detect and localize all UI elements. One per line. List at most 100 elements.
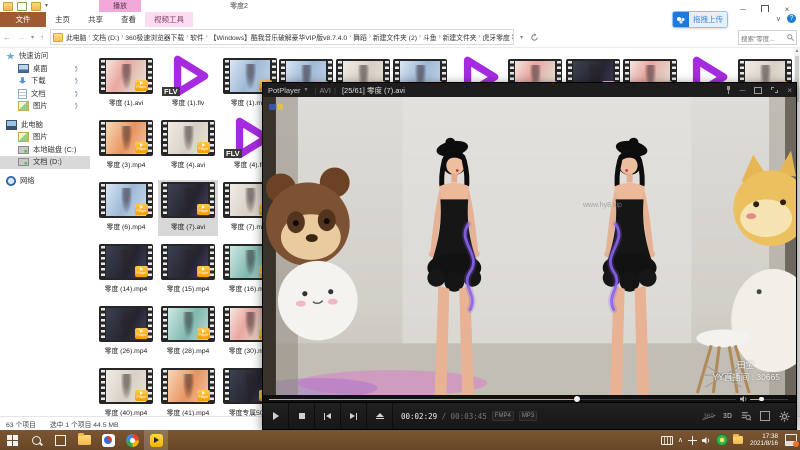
file-item[interactable]: Player零度 (3).mp4: [96, 118, 156, 174]
file-item[interactable]: Player零度 (1).avi: [96, 56, 156, 112]
sidebar-item-desktop[interactable]: 桌面: [0, 63, 90, 76]
settings-gear-icon[interactable]: [779, 411, 790, 422]
action-center-button[interactable]: [785, 434, 797, 446]
tab-video-tools[interactable]: 视频工具: [145, 12, 193, 27]
refresh-icon[interactable]: [530, 33, 539, 42]
breadcrumb-item[interactable]: 【Windows】酷我音乐破解豪华VIP版v8.7.4.0: [209, 32, 348, 42]
recent-dropdown-icon[interactable]: ▾: [31, 34, 34, 41]
codec-badges: FMP4MP3: [487, 411, 537, 421]
file-item[interactable]: Player零度 (15).mp4: [158, 242, 218, 298]
taskbar-search-button[interactable]: [24, 430, 48, 450]
video-display-area[interactable]: www.hy8.vip 田宝 YY直播间 : 30665: [263, 97, 796, 395]
breadcrumb-item[interactable]: 舞蹈: [352, 32, 368, 42]
pin-on-top-icon[interactable]: [726, 86, 731, 94]
sidebar-item-download[interactable]: 下载: [0, 75, 90, 88]
file-item[interactable]: Player零度 (14).mp4: [96, 242, 156, 298]
breadcrumb-item[interactable]: 软件: [189, 32, 205, 42]
potplayer-titlebar[interactable]: PotPlayer ▼ | AVI | [25/61] 零度 (7).avi ─…: [263, 83, 796, 97]
sidebar-item-drive[interactable]: 文档 (D:): [0, 156, 90, 169]
file-item[interactable]: Player零度 (26).mp4: [96, 304, 156, 360]
taskbar-clock[interactable]: 17:38 2021/8/16: [748, 433, 780, 448]
file-item-partial[interactable]: Player: [505, 57, 561, 82]
next-button[interactable]: [341, 403, 367, 429]
address-bar[interactable]: 此电脑›文档 (D:)›360极速浏览器下载›软件›【Windows】酷我音乐破…: [50, 29, 514, 45]
file-item[interactable]: FLV零度 (1).flv: [158, 56, 218, 112]
tab-share[interactable]: 共享: [79, 12, 112, 27]
previous-button[interactable]: [315, 403, 341, 429]
sidebar-item-doc[interactable]: 文档: [0, 88, 90, 101]
sidebar-item-pic[interactable]: 图片: [0, 131, 90, 144]
breadcrumb-item[interactable]: 斗鱼: [422, 32, 438, 42]
tab-file[interactable]: 文件: [0, 12, 46, 27]
file-item[interactable]: Player零度 (40).mp4: [96, 366, 156, 422]
stop-button[interactable]: [289, 403, 315, 429]
sidebar-item-drive[interactable]: 本地磁盘 (C:): [0, 144, 90, 157]
hidden-icons-chevron[interactable]: ∧: [678, 436, 683, 444]
breadcrumb-item[interactable]: 此电脑: [65, 32, 87, 42]
tab-home[interactable]: 主页: [46, 12, 79, 27]
taskbar-netdisk[interactable]: [96, 430, 120, 450]
breadcrumb-item[interactable]: 虎牙零度 福利: [482, 32, 514, 42]
sidebar-item-pc[interactable]: 此电脑: [0, 119, 90, 132]
tray-folder-icon[interactable]: [733, 436, 743, 444]
scrollbar-up-icon[interactable]: ▲: [794, 48, 800, 54]
file-item-partial[interactable]: Player: [735, 57, 791, 82]
file-item-partial[interactable]: Player: [333, 57, 389, 82]
ime-keyboard-icon[interactable]: [661, 436, 673, 445]
file-item[interactable]: Player零度 (7).avi: [158, 180, 218, 236]
file-item-partial[interactable]: Player: [276, 57, 332, 82]
task-view-button[interactable]: [48, 430, 72, 450]
control-box-icon[interactable]: [760, 411, 770, 421]
back-icon[interactable]: ←: [3, 33, 11, 42]
file-item[interactable]: Player零度 (41).mp4: [158, 366, 218, 422]
pt-maximize-button[interactable]: [754, 87, 762, 94]
tray-app-green-icon[interactable]: [716, 434, 728, 446]
threed-icon[interactable]: 3D: [723, 413, 732, 420]
pt-fullscreen-button[interactable]: [771, 87, 778, 93]
sidebar-item-pic[interactable]: 图片: [0, 100, 90, 113]
file-item-partial[interactable]: Player: [563, 57, 619, 82]
seek-bar[interactable]: [269, 399, 736, 401]
file-item-partial[interactable]: Player: [620, 57, 676, 82]
taskbar-potplayer-active[interactable]: [144, 430, 168, 450]
open-button[interactable]: [367, 403, 393, 429]
file-item[interactable]: Player零度 (28).mp4: [158, 304, 218, 360]
file-item[interactable]: Player零度 (6).mp4: [96, 180, 156, 236]
folder-icon[interactable]: [31, 2, 41, 11]
contextual-tab-play[interactable]: 播放: [99, 0, 141, 12]
play-button[interactable]: [263, 403, 289, 429]
taskbar-browser[interactable]: [120, 430, 144, 450]
potplayer-menu[interactable]: PotPlayer: [268, 86, 301, 95]
tab-view[interactable]: 查看: [112, 12, 145, 27]
move-cross-icon[interactable]: [688, 436, 697, 445]
breadcrumb-item[interactable]: 文档 (D:): [91, 32, 120, 42]
checkbox-icon[interactable]: [17, 2, 27, 11]
file-item-partial[interactable]: Player: [390, 57, 446, 82]
up-icon[interactable]: ↑: [40, 33, 44, 42]
pt-minimize-button[interactable]: ─: [740, 86, 746, 95]
volume-bar[interactable]: [750, 399, 788, 400]
breadcrumb-item[interactable]: 新建文件夹 (2): [372, 32, 418, 42]
vr360-icon[interactable]: 360: [703, 413, 714, 420]
tray-speaker-icon[interactable]: [702, 436, 711, 445]
sidebar-item-net[interactable]: 网络: [0, 175, 90, 188]
address-dropdown-icon[interactable]: ▾: [520, 34, 523, 41]
breadcrumb-item[interactable]: 新建文件夹: [442, 32, 478, 42]
ribbon-collapse-icon[interactable]: ∨: [776, 15, 781, 23]
file-item-partial[interactable]: FLV: [677, 57, 733, 82]
forward-icon[interactable]: →: [17, 33, 25, 42]
volume-knob[interactable]: [759, 397, 764, 402]
folder-icon[interactable]: [3, 2, 13, 11]
qat-dropdown-icon[interactable]: ▾: [45, 3, 48, 10]
sidebar-item-star[interactable]: 快速访问: [0, 50, 90, 63]
help-icon[interactable]: ?: [787, 14, 796, 23]
search-input[interactable]: 搜索"零度...: [738, 30, 797, 45]
file-item-partial[interactable]: FLV: [448, 57, 504, 82]
pt-close-button[interactable]: ×: [787, 86, 792, 95]
taskbar-file-explorer[interactable]: [72, 430, 96, 450]
start-button[interactable]: [0, 430, 24, 450]
playlist-search-icon[interactable]: [741, 411, 751, 421]
breadcrumb-item[interactable]: 360极速浏览器下载: [124, 32, 185, 42]
file-item[interactable]: Player零度 (4).avi: [158, 118, 218, 174]
baidu-drag-upload-button[interactable]: 拖拽上传: [672, 11, 728, 28]
